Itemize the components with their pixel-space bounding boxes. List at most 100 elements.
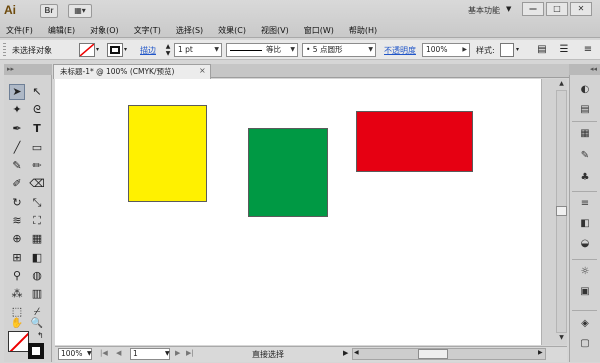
menu-edit[interactable]: 编辑(E)	[48, 25, 75, 36]
swap-fill-stroke-icon[interactable]: ↰	[37, 331, 44, 340]
no-fill-icon	[80, 44, 94, 56]
menu-help[interactable]: 帮助(H)	[349, 25, 377, 36]
status-menu-icon[interactable]: ▶	[343, 349, 348, 357]
direct-selection-tool-icon[interactable]: ↖	[29, 84, 45, 100]
panel-menu-icon[interactable]: ≡	[580, 42, 596, 58]
gripper-icon[interactable]	[3, 43, 6, 57]
previous-artboard-icon[interactable]: ◀	[116, 349, 121, 357]
menu-object[interactable]: 对象(O)	[90, 25, 119, 36]
rectangle-tool-icon[interactable]: ▭	[29, 140, 45, 156]
stroke-color-button[interactable]	[107, 43, 123, 57]
horizontal-scrollbar[interactable]	[352, 348, 546, 360]
chevron-down-icon: ▼	[165, 350, 170, 357]
transparency-panel-icon[interactable]: ◒	[577, 236, 593, 252]
workspace-switcher[interactable]: 基本功能	[468, 5, 520, 17]
stroke-stepper[interactable]: ▲ ▼	[163, 43, 173, 57]
mesh-tool-icon[interactable]: ⊞	[9, 250, 25, 266]
document-setup-icon[interactable]: ▤	[534, 42, 550, 58]
minimize-button[interactable]: —	[522, 2, 544, 16]
color-guide-panel-icon[interactable]: ▤	[577, 102, 593, 118]
eraser-tool-icon[interactable]: ⌫	[29, 176, 45, 192]
zoom-tool-icon[interactable]: 🔍	[29, 316, 45, 332]
stroke-profile-select[interactable]: 等比 ▼	[226, 43, 298, 57]
horizontal-scroll-thumb[interactable]	[418, 349, 448, 359]
align-icon[interactable]: ☰	[556, 42, 572, 58]
scale-tool-icon[interactable]: ⤡	[29, 195, 45, 211]
status-tool-label[interactable]: 直接选择	[252, 349, 284, 360]
artboard-number-field[interactable]: 1	[130, 348, 170, 360]
bridge-button[interactable]: Br	[40, 4, 58, 18]
stroke-weight-field[interactable]: 1 pt ▼	[174, 43, 222, 57]
vertical-scroll-thumb[interactable]	[556, 206, 567, 216]
color-panel-icon[interactable]: ◐	[577, 82, 593, 98]
magic-wand-tool-icon[interactable]: ✦	[9, 102, 25, 118]
tools-panel-header[interactable]: ▸▸	[4, 64, 52, 75]
rotate-tool-icon[interactable]: ↻	[9, 195, 25, 211]
scroll-right-icon[interactable]: ▶	[538, 349, 543, 356]
last-artboard-icon[interactable]: ▶|	[186, 349, 194, 357]
fill-swatch[interactable]	[8, 331, 29, 352]
chevron-down-icon: ▾	[96, 46, 100, 53]
scroll-left-icon[interactable]: ◀	[354, 349, 359, 356]
dock-collapse-toggle[interactable]: ◂◂	[569, 64, 600, 75]
paintbrush-tool-icon[interactable]: ✎	[9, 158, 25, 174]
menu-window[interactable]: 窗口(W)	[304, 25, 334, 36]
lasso-tool-icon[interactable]: ᘓ	[29, 102, 45, 118]
menu-select[interactable]: 选择(S)	[176, 25, 203, 36]
red-rectangle[interactable]	[356, 111, 473, 172]
appearance-panel-icon[interactable]: ☼	[577, 264, 593, 280]
menu-bar: 文件(F) 编辑(E) 对象(O) 文字(T) 选择(S) 效果(C) 视图(V…	[6, 25, 392, 36]
arrange-documents-button[interactable]: ▦▾	[68, 4, 92, 18]
artboard-canvas[interactable]	[55, 79, 541, 345]
scroll-up-icon[interactable]: ▲	[556, 80, 567, 89]
line-segment-tool-icon[interactable]: ╱	[9, 140, 25, 156]
chevron-down-icon: ▾	[124, 46, 128, 53]
menu-view[interactable]: 视图(V)	[261, 25, 289, 36]
hand-tool-icon[interactable]: ✋	[9, 316, 25, 332]
green-rectangle[interactable]	[248, 128, 328, 217]
pen-tool-icon[interactable]: ✒	[9, 121, 25, 137]
shape-builder-tool-icon[interactable]: ⊕	[9, 231, 25, 247]
maximize-button[interactable]: □	[546, 2, 568, 16]
stroke-panel-icon[interactable]: ≡	[577, 196, 593, 212]
stroke-swatch[interactable]	[28, 343, 44, 359]
opacity-field[interactable]: 100% ▶	[422, 43, 470, 57]
graphic-styles-panel-icon[interactable]: ▣	[577, 284, 593, 300]
blend-tool-icon[interactable]: ◍	[29, 268, 45, 284]
pencil-tool-icon[interactable]: ✏	[29, 158, 45, 174]
layers-panel-icon[interactable]: ◈	[577, 316, 593, 332]
close-icon[interactable]: ×	[199, 66, 206, 75]
menu-type[interactable]: 文字(T)	[134, 25, 161, 36]
menu-file[interactable]: 文件(F)	[6, 25, 33, 36]
type-tool-icon[interactable]: T	[29, 121, 45, 137]
perspective-grid-tool-icon[interactable]: ▦	[29, 231, 45, 247]
chevron-down-icon: ▾	[516, 46, 520, 53]
scroll-down-icon[interactable]: ▼	[556, 334, 567, 343]
stroke-link[interactable]: 描边	[140, 45, 156, 56]
first-artboard-icon[interactable]: |◀	[100, 349, 108, 357]
stroke-profile-value: 等比	[266, 45, 281, 54]
next-artboard-icon[interactable]: ▶	[175, 349, 180, 357]
dock-divider	[572, 310, 597, 311]
eyedropper-tool-icon[interactable]: ⚲	[9, 268, 25, 284]
artboards-panel-icon[interactable]: ▢	[577, 336, 593, 352]
gradient-panel-icon[interactable]: ◧	[577, 216, 593, 232]
gradient-tool-icon[interactable]: ◧	[29, 250, 45, 266]
yellow-rectangle[interactable]	[128, 105, 207, 202]
symbols-panel-icon[interactable]: ♣	[577, 170, 593, 186]
brush-select[interactable]: • 5 点圆形 ▼	[302, 43, 376, 57]
document-tab[interactable]: 未标题-1* @ 100% (CMYK/预览)	[53, 64, 211, 79]
graphic-style-swatch[interactable]	[500, 43, 514, 57]
column-graph-tool-icon[interactable]: ▥	[29, 286, 45, 302]
menu-effect[interactable]: 效果(C)	[218, 25, 246, 36]
swatches-panel-icon[interactable]: ▦	[577, 126, 593, 142]
brushes-panel-icon[interactable]: ✎	[577, 148, 593, 164]
symbol-sprayer-tool-icon[interactable]: ⁂	[9, 286, 25, 302]
width-tool-icon[interactable]: ≋	[9, 213, 25, 229]
opacity-link[interactable]: 不透明度	[384, 45, 416, 56]
blob-brush-tool-icon[interactable]: ✐	[9, 176, 25, 192]
fill-color-button[interactable]	[79, 43, 95, 57]
selection-tool-icon[interactable]: ➤	[9, 84, 25, 100]
free-transform-tool-icon[interactable]: ⛶	[29, 213, 45, 229]
close-button[interactable]: ✕	[570, 2, 592, 16]
